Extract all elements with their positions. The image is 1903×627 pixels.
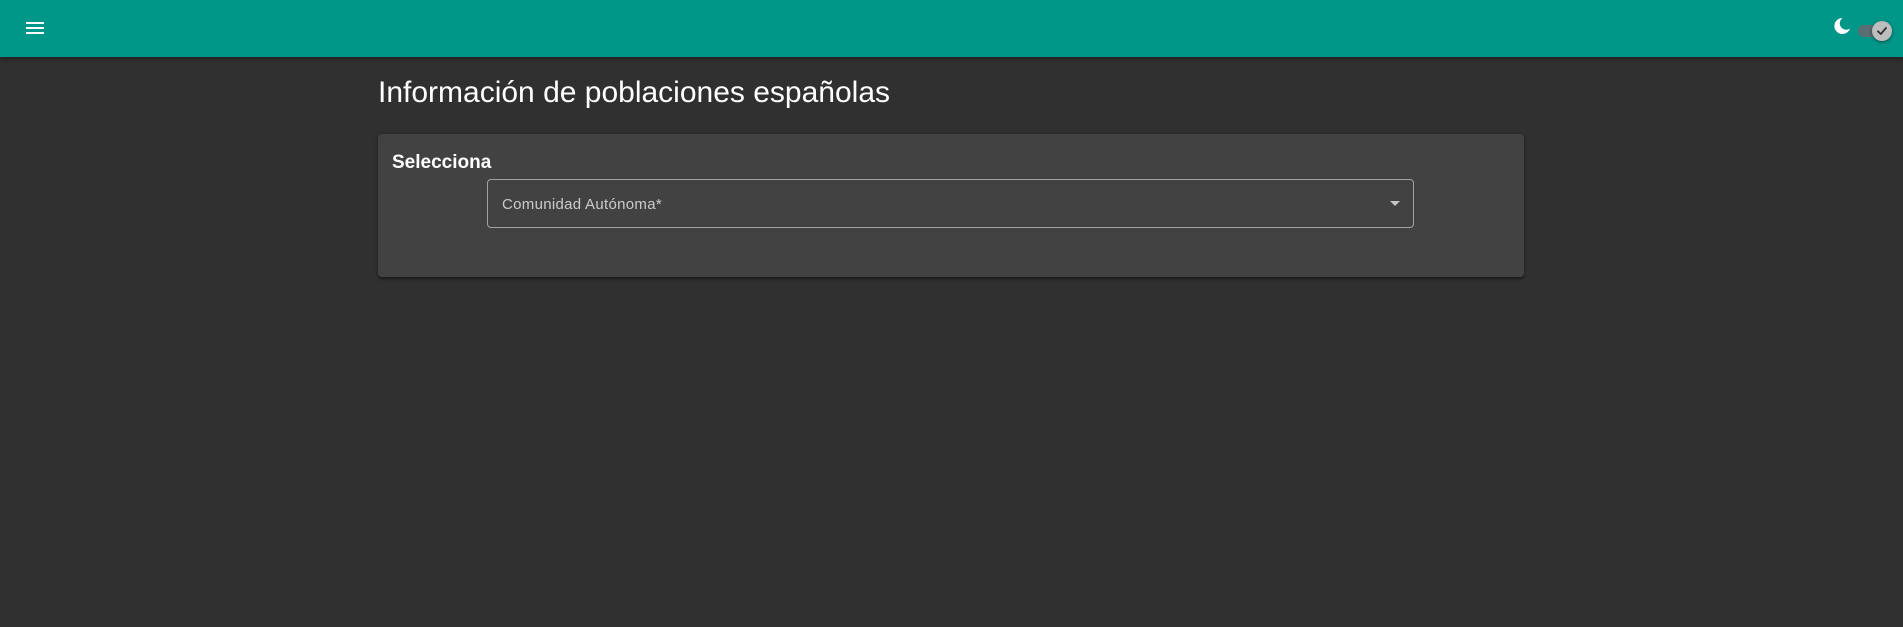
top-toolbar [0, 0, 1903, 57]
select-placeholder: Comunidad Autónoma* [502, 196, 662, 213]
menu-button[interactable] [19, 12, 51, 44]
check-icon [1877, 27, 1887, 35]
theme-switcher [1826, 14, 1896, 44]
toggle-thumb [1872, 21, 1892, 41]
menu-icon [26, 22, 44, 34]
card-title: Selecciona [392, 152, 492, 173]
page-title: Información de poblaciones españolas [378, 76, 891, 109]
dark-mode-toggle[interactable] [1856, 20, 1894, 41]
moon-icon [1834, 17, 1850, 34]
comunidad-autonoma-select[interactable]: Comunidad Autónoma* [487, 179, 1414, 228]
dropdown-arrow-icon [1390, 201, 1400, 206]
selection-card: Selecciona Comunidad Autónoma* [378, 134, 1524, 277]
